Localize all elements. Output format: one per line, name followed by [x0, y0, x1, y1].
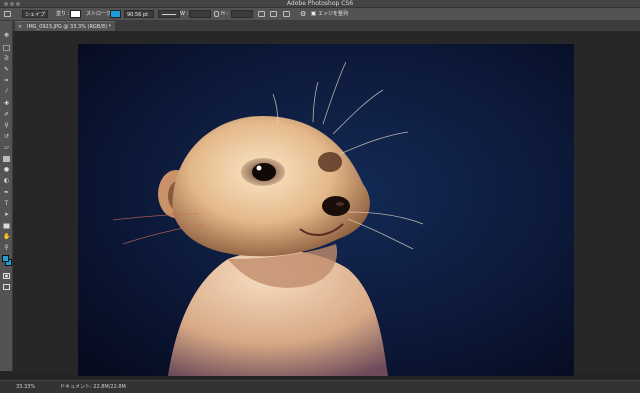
history-brush-tool-icon[interactable]: ↺: [3, 134, 10, 140]
zoom-tool-icon[interactable]: ⚲: [3, 245, 10, 251]
title-bar: Adobe Photoshop CS6: [0, 0, 640, 8]
stroke-width-field[interactable]: 90.56 pt: [124, 10, 154, 18]
height-field[interactable]: [231, 10, 253, 18]
stroke-color-swatch[interactable]: [110, 10, 121, 18]
stroke-width-value: 90.56 pt: [127, 12, 149, 18]
lasso-tool-icon[interactable]: ᘐ: [3, 56, 10, 62]
zoom-level[interactable]: 33.33%: [16, 384, 35, 391]
width-field[interactable]: [189, 10, 211, 18]
document-tab[interactable]: × IMG_0923.JPG @ 33.3% (RGB/8) *: [15, 21, 115, 31]
quick-mask-icon[interactable]: [3, 273, 10, 279]
align-edges-checkbox[interactable]: [311, 11, 316, 16]
gradient-tool-icon[interactable]: [3, 156, 10, 162]
width-label: W :: [180, 11, 189, 17]
eyedropper-tool-icon[interactable]: ⁄: [3, 89, 10, 95]
path-operations-icon[interactable]: [258, 11, 265, 17]
path-arrangement-icon[interactable]: [283, 11, 290, 17]
hand-tool-icon[interactable]: ✋: [3, 234, 10, 240]
status-bar: 33.33% ドキュメント: 22.8M/22.8M: [0, 380, 640, 393]
document-tab-bar: × IMG_0923.JPG @ 33.3% (RGB/8) *: [13, 21, 640, 31]
shape-tool-icon[interactable]: [3, 223, 10, 229]
height-label: H :: [221, 11, 229, 17]
shape-mode-label: シェイプ: [25, 12, 46, 18]
document-tab-title: IMG_0923.JPG @ 33.3% (RGB/8) *: [27, 24, 112, 30]
path-select-tool-icon[interactable]: ➤: [3, 212, 10, 218]
dodge-tool-icon[interactable]: ◐: [3, 178, 10, 184]
meerkat-photo: [78, 44, 574, 376]
align-edges-label: エッジを整列: [318, 11, 349, 17]
healing-brush-tool-icon[interactable]: ✚: [3, 101, 10, 107]
foreground-color-swatch[interactable]: [2, 255, 9, 262]
pen-tool-icon[interactable]: ✒: [3, 190, 10, 196]
crop-tool-icon[interactable]: ⌗: [3, 78, 10, 84]
link-dimensions-icon[interactable]: [214, 11, 219, 17]
canvas-area[interactable]: [13, 31, 640, 376]
fill-label: 塗り :: [56, 11, 70, 17]
shape-tool-preset-icon[interactable]: [4, 11, 11, 17]
shape-mode-select[interactable]: シェイプ: [22, 10, 48, 18]
path-alignment-icon[interactable]: [270, 11, 277, 17]
fill-color-swatch[interactable]: [70, 10, 81, 18]
tools-panel: ✥ ᘐ ✎ ⌗ ⁄ ✚ ✐ ⚲ ↺ ▱ ● ◐ ✒ T ➤ ✋ ⚲: [0, 21, 13, 371]
quick-select-tool-icon[interactable]: ✎: [3, 67, 10, 73]
brush-tool-icon[interactable]: ✐: [3, 112, 10, 118]
clone-stamp-tool-icon[interactable]: ⚲: [3, 123, 10, 129]
screen-mode-icon[interactable]: [3, 284, 10, 290]
stroke-type-select[interactable]: [158, 10, 180, 18]
stroke-type-line: [162, 14, 176, 15]
move-tool-icon[interactable]: ✥: [3, 33, 10, 39]
window-title: Adobe Photoshop CS6: [286, 0, 354, 7]
options-bar: シェイプ 塗り : ストローク : 90.56 pt W : H : ⚙ エッジ…: [0, 8, 640, 21]
type-tool-icon[interactable]: T: [3, 201, 10, 207]
marquee-tool-icon[interactable]: [3, 45, 10, 51]
document-image-meerkat[interactable]: [78, 44, 574, 376]
settings-gear-icon[interactable]: ⚙: [300, 10, 306, 18]
blur-tool-icon[interactable]: ●: [3, 167, 10, 173]
tab-close-icon[interactable]: ×: [18, 24, 22, 30]
document-info[interactable]: ドキュメント: 22.8M/22.8M: [60, 384, 126, 391]
eraser-tool-icon[interactable]: ▱: [3, 145, 10, 151]
